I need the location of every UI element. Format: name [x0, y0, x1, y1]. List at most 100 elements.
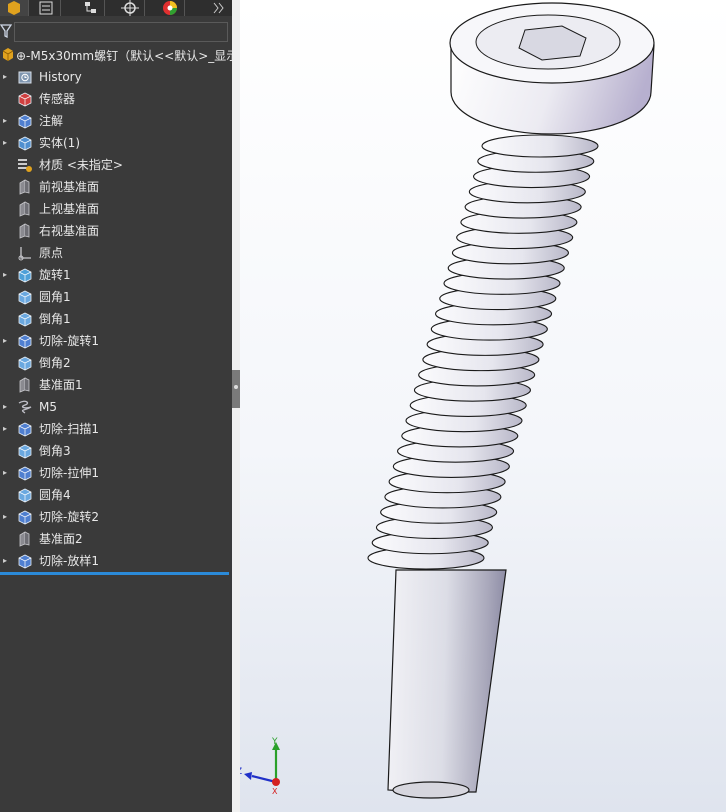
tree-item[interactable]: ▸ 切除-扫描1: [0, 418, 232, 440]
screw-model[interactable]: [240, 0, 726, 812]
tree-item[interactable]: ▸ 切除-旋转2: [0, 506, 232, 528]
tree-item[interactable]: ▸ 切除-拉伸1: [0, 462, 232, 484]
tree-item[interactable]: 基准面2: [0, 528, 232, 550]
expand-arrow-icon[interactable]: ▸: [3, 462, 7, 484]
expand-arrow-icon[interactable]: ▸: [3, 66, 7, 88]
tree-item[interactable]: 材质 <未指定>: [0, 154, 232, 176]
thread-group: [367, 134, 599, 570]
chamfer-icon: [17, 311, 33, 327]
cut-loft-icon: [17, 553, 33, 569]
helix-icon: [17, 399, 33, 415]
tree-item-label: 切除-拉伸1: [39, 466, 99, 480]
tab-property-manager[interactable]: [32, 0, 61, 16]
origin-icon: [17, 245, 33, 261]
tree-item-label: 基准面1: [39, 378, 83, 392]
tab-dimxpert-manager[interactable]: [116, 0, 145, 16]
expand-arrow-icon[interactable]: ▸: [3, 550, 7, 572]
tree-item[interactable]: 倒角2: [0, 352, 232, 374]
expand-arrow-icon[interactable]: ▸: [3, 418, 7, 440]
tab-more[interactable]: [204, 0, 230, 16]
tree-item[interactable]: 倒角3: [0, 440, 232, 462]
reference-triad: Y Z X: [240, 737, 280, 796]
tree-item-label: 材质 <未指定>: [39, 158, 123, 172]
tree-item-label: 上视基准面: [39, 202, 100, 216]
plane-icon: [17, 201, 33, 217]
tree-item-label: 倒角1: [39, 312, 71, 326]
tree-item[interactable]: ▸ 切除-放样1: [0, 550, 232, 572]
tree-item-label: 切除-扫描1: [39, 422, 99, 436]
history-icon: [17, 69, 33, 85]
manager-tab-bar: [0, 0, 232, 16]
tree-item[interactable]: 上视基准面: [0, 198, 232, 220]
material-icon: [17, 157, 33, 173]
tree-item-label: 倒角2: [39, 356, 71, 370]
handle-dot-icon: [234, 385, 238, 389]
panel-splitter[interactable]: [232, 0, 240, 812]
expand-arrow-icon[interactable]: ▸: [3, 132, 7, 154]
tree-item[interactable]: 倒角1: [0, 308, 232, 330]
plane-icon: [17, 531, 33, 547]
tree-item[interactable]: ▸ 旋转1: [0, 264, 232, 286]
chamfer-icon: [17, 443, 33, 459]
tree-item[interactable]: 原点: [0, 242, 232, 264]
tree-item-label: 原点: [39, 246, 64, 260]
tree-item-label: 旋转1: [39, 268, 71, 282]
crosshair-target-icon: [121, 0, 139, 16]
tree-item[interactable]: 基准面1: [0, 374, 232, 396]
rollback-bar[interactable]: [0, 572, 229, 575]
tree-item[interactable]: ▸ 注解: [0, 110, 232, 132]
collapse-handle[interactable]: [232, 370, 240, 408]
revolve-icon: [17, 267, 33, 283]
thread-crest: [481, 134, 599, 158]
tab-display-manager[interactable]: [156, 0, 185, 16]
expand-arrow-icon[interactable]: ▸: [3, 330, 7, 352]
tree-item-label: 圆角4: [39, 488, 71, 502]
feature-manager-panel: ⊕-M5x30mm螺钉（默认<<默认>_显示 ▸ History 传感器 ▸ 注解 ▸ 实体…: [0, 0, 232, 812]
tree-item-label: 倒角3: [39, 444, 71, 458]
plane-icon: [17, 377, 33, 393]
fillet-icon: [17, 487, 33, 503]
graphics-area[interactable]: Y Z X: [240, 0, 726, 812]
part-icon: [2, 48, 14, 61]
cut-extrude-icon: [17, 465, 33, 481]
sensor-icon: [17, 91, 33, 107]
cut-revolve-icon: [17, 509, 33, 525]
chamfer-icon: [17, 355, 33, 371]
color-wheel-icon: [163, 1, 177, 15]
tab-feature-manager[interactable]: [0, 0, 29, 16]
tree-item[interactable]: 圆角4: [0, 484, 232, 506]
solid-bodies-icon: [17, 135, 33, 151]
filter-input[interactable]: [14, 22, 228, 42]
tree-item-label: 切除-旋转2: [39, 510, 99, 524]
cut-sweep-icon: [17, 421, 33, 437]
plane-icon: [17, 179, 33, 195]
tree-item-label: 前视基准面: [39, 180, 100, 194]
expand-arrow-icon[interactable]: ▸: [3, 506, 7, 528]
tree-item-label: History: [39, 70, 82, 84]
expand-arrow-icon[interactable]: ▸: [3, 110, 7, 132]
triad-y-label: Y: [271, 737, 278, 747]
tree-item[interactable]: 右视基准面: [0, 220, 232, 242]
tree-item[interactable]: 前视基准面: [0, 176, 232, 198]
part-root-label: ⊕-M5x30mm螺钉（默认<<默认>_显示: [16, 49, 232, 63]
tree-item[interactable]: 传感器: [0, 88, 232, 110]
fillet-icon: [17, 289, 33, 305]
tree-item[interactable]: 圆角1: [0, 286, 232, 308]
triad-z-label: Z: [240, 767, 242, 777]
tab-configuration-manager[interactable]: [76, 0, 105, 16]
part-root-node[interactable]: ⊕-M5x30mm螺钉（默认<<默认>_显示: [0, 44, 232, 66]
expand-arrow-icon[interactable]: ▸: [3, 264, 7, 286]
triad-x-label: X: [272, 787, 278, 796]
tree-item[interactable]: ▸ History: [0, 66, 232, 88]
tree-item-label: 注解: [39, 114, 64, 128]
chevron-right-icon: [213, 2, 224, 14]
expand-arrow-icon[interactable]: ▸: [3, 396, 7, 418]
tree-item[interactable]: ▸ 切除-旋转1: [0, 330, 232, 352]
tree-item-label: M5: [39, 400, 57, 414]
tree-item[interactable]: ▸ M5: [0, 396, 232, 418]
funnel-icon[interactable]: [0, 24, 12, 38]
tree-item[interactable]: ▸ 实体(1): [0, 132, 232, 154]
plane-icon: [17, 223, 33, 239]
tree-item-label: 切除-旋转1: [39, 334, 99, 348]
tree-item-label: 切除-放样1: [39, 554, 99, 568]
